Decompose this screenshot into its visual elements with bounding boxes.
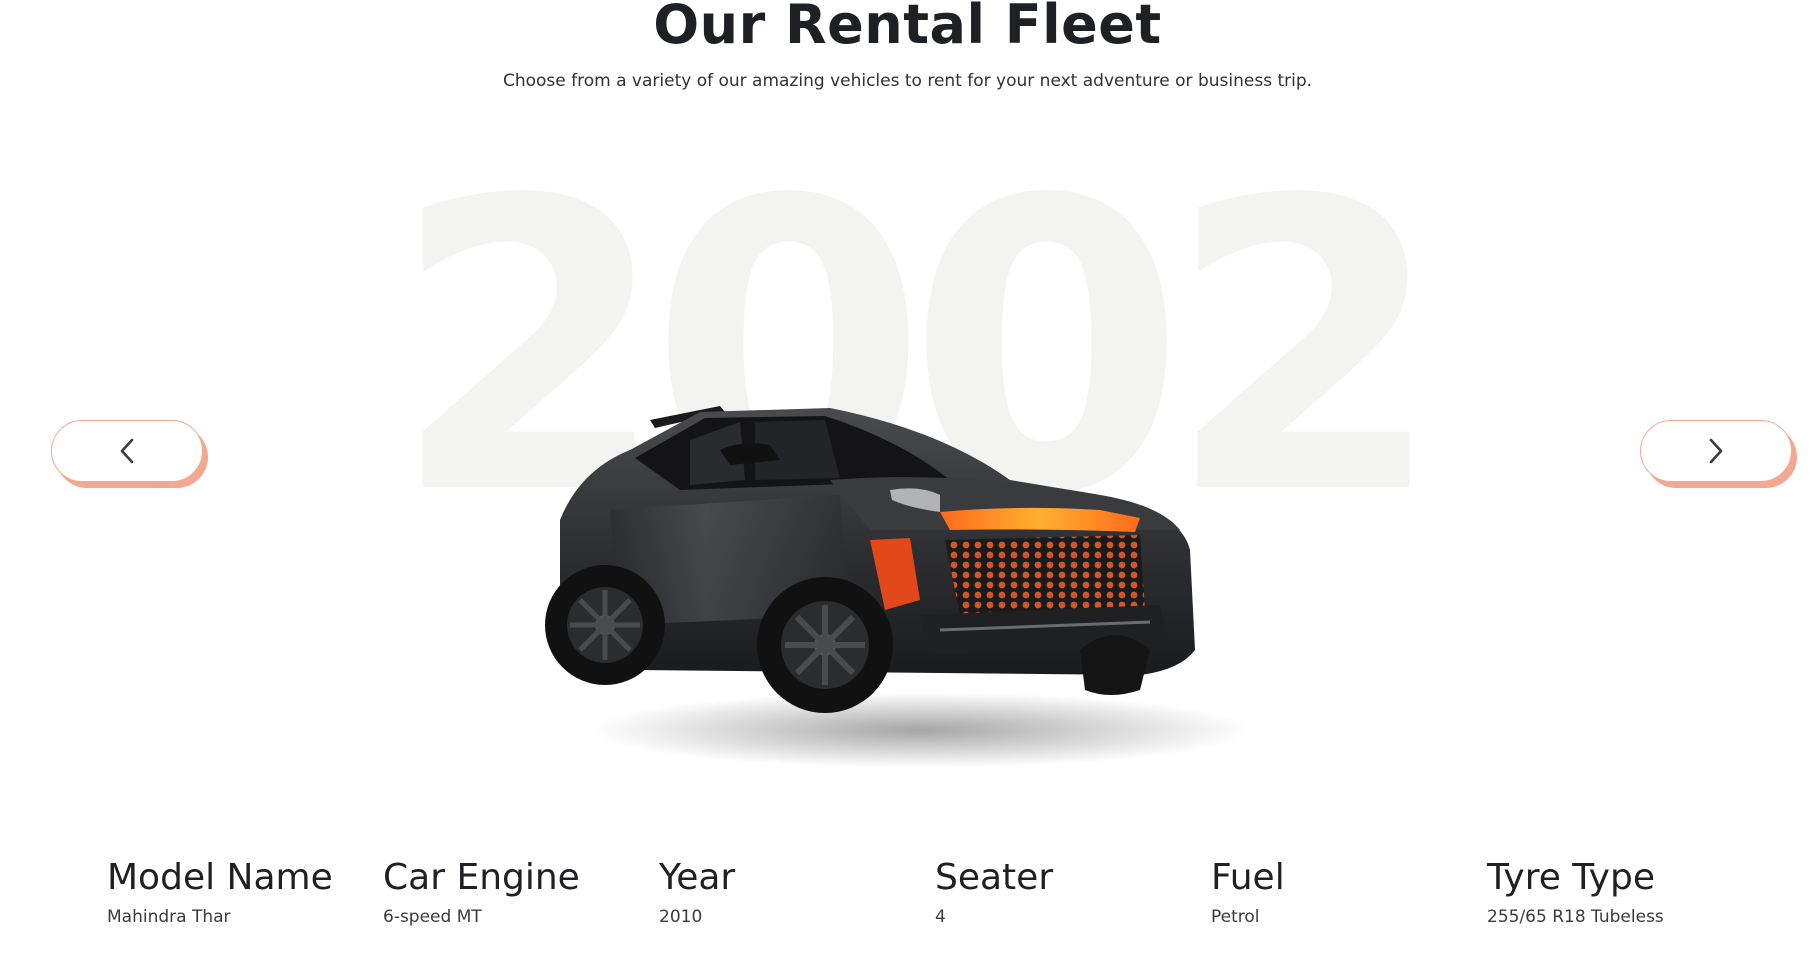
spec-label: Year: [659, 857, 736, 898]
spec-car-engine: Car Engine 6-speed MT: [383, 855, 659, 927]
spec-value: Mahindra Thar: [107, 907, 231, 927]
spec-value: Petrol: [1211, 907, 1260, 927]
spec-tyre-type: Tyre Type 255/65 R18 Tubeless: [1487, 855, 1763, 927]
spec-label: Seater: [935, 857, 1054, 898]
spec-label: Tyre Type: [1487, 857, 1655, 898]
car-image: [545, 406, 1250, 768]
spec-year: Year 2010: [659, 855, 935, 927]
spec-label: Fuel: [1211, 857, 1285, 898]
rental-fleet-section: Our Rental Fleet Choose from a variety o…: [0, 0, 1815, 979]
spec-value: 4: [935, 907, 946, 927]
carousel-prev-button[interactable]: [51, 420, 203, 482]
chevron-right-icon: [1709, 438, 1723, 464]
spec-value: 6-speed MT: [383, 907, 482, 927]
spec-seater: Seater 4: [935, 855, 1211, 927]
spec-model-name: Model Name Mahindra Thar: [107, 855, 383, 927]
spec-value: 2010: [659, 907, 703, 927]
section-subtitle: Choose from a variety of our amazing veh…: [502, 71, 1313, 91]
chevron-left-icon: [120, 438, 134, 464]
car-specs: Model Name Mahindra Thar Car Engine 6-sp…: [107, 855, 1767, 927]
section-title: Our Rental Fleet: [653, 0, 1162, 56]
spec-label: Car Engine: [383, 857, 580, 898]
spec-fuel: Fuel Petrol: [1211, 855, 1487, 927]
spec-value: 255/65 R18 Tubeless: [1487, 907, 1664, 927]
spec-label: Model Name: [107, 857, 333, 898]
carousel-next-button[interactable]: [1640, 420, 1792, 482]
